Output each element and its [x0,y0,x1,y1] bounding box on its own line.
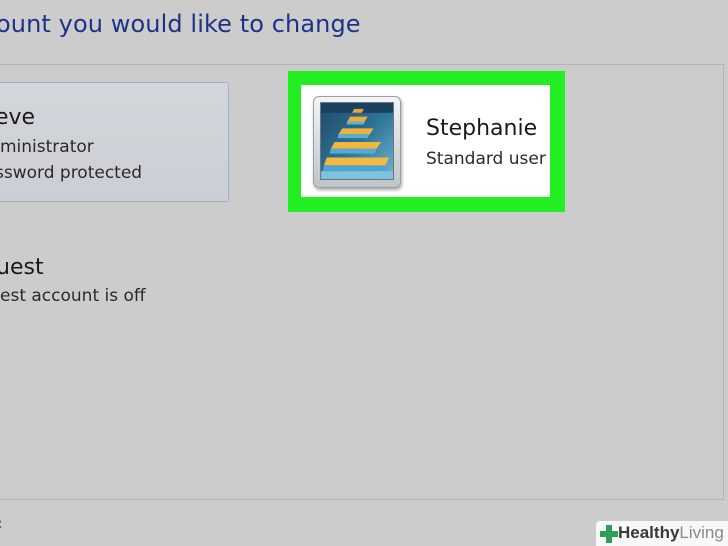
watermark: HealthyLiving [596,521,728,546]
account-type: Standard user [426,149,546,169]
page: ount you would like to change eve minist… [0,0,728,546]
plus-logo-icon [600,525,618,543]
corner-mark: : [0,516,3,532]
account-name: eve [0,105,36,130]
account-type: ministrator [0,137,94,157]
account-name: uest [0,255,44,280]
account-status: est account is off [0,286,146,306]
account-tile-stephanie[interactable]: Stephanie Standard user [301,85,550,197]
page-heading: ount you would like to change [0,10,361,38]
account-status: ssword protected [0,163,143,183]
account-name: Stephanie [426,116,538,141]
watermark-text: HealthyLiving [618,523,724,542]
avatar [313,96,401,188]
stairs-picture-icon [320,102,394,180]
account-tile-guest[interactable]: uest est account is off [0,250,220,320]
account-tile-steve[interactable]: eve ministrator ssword protected [0,82,229,202]
